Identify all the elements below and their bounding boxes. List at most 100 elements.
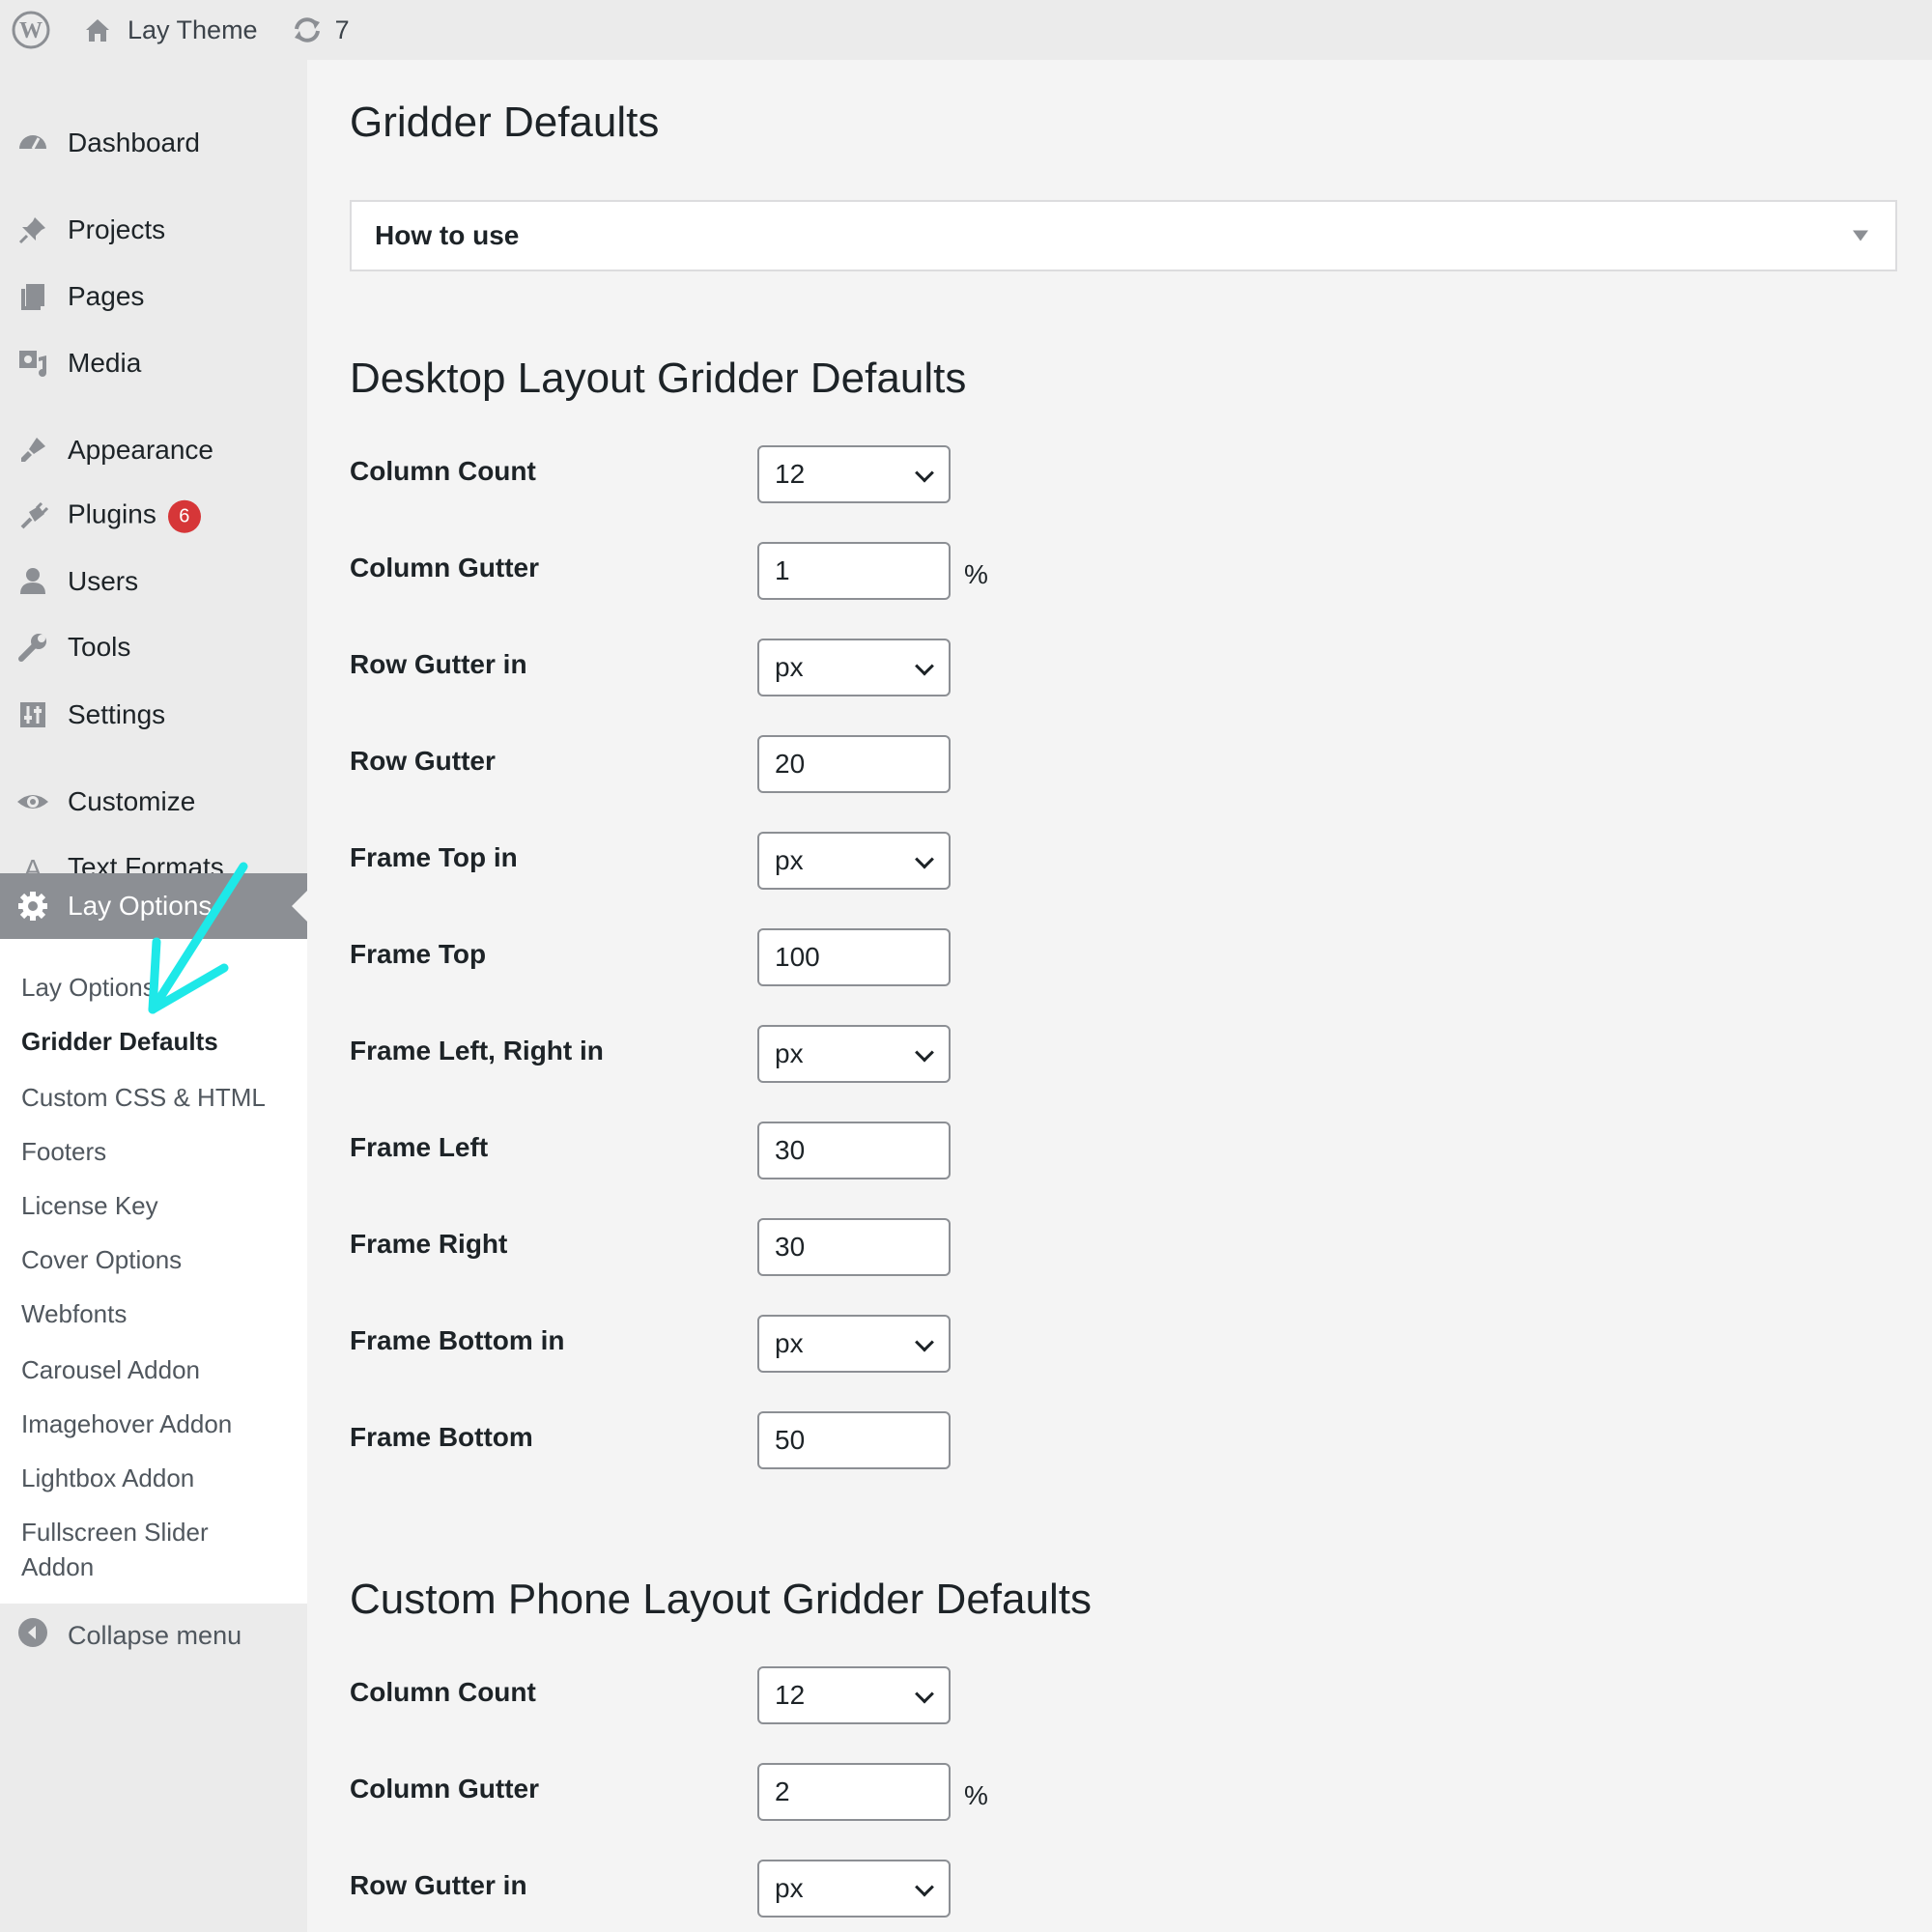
submenu-item-custom-css-html[interactable]: Custom CSS & HTML bbox=[21, 1080, 301, 1115]
field-label: Column Count bbox=[350, 1677, 536, 1707]
submenu-item-license-key[interactable]: License Key bbox=[21, 1188, 301, 1223]
submenu-item-imagehover-addon[interactable]: Imagehover Addon bbox=[21, 1406, 301, 1441]
submenu-item-lightbox-addon[interactable]: Lightbox Addon bbox=[21, 1461, 301, 1495]
wrench-icon bbox=[15, 630, 50, 665]
submenu-item-cover-options[interactable]: Cover Options bbox=[21, 1242, 301, 1277]
updates-link[interactable]: 7 bbox=[291, 0, 350, 60]
field-label: Row Gutter bbox=[350, 746, 496, 776]
desktop-frame-bottom-in-row: Frame Bottom in px bbox=[350, 1315, 1122, 1384]
wordpress-logo-icon: W bbox=[12, 11, 50, 49]
site-name: Lay Theme bbox=[128, 14, 258, 44]
desktop-frame-bottom-row: Frame Bottom bbox=[350, 1411, 1122, 1481]
field-label: Column Gutter bbox=[350, 553, 539, 582]
unit-label: % bbox=[964, 1780, 988, 1810]
field-label: Frame Right bbox=[350, 1229, 508, 1259]
sidebar-item-appearance[interactable]: Appearance bbox=[0, 423, 307, 477]
site-name-link[interactable]: Lay Theme bbox=[62, 0, 258, 60]
eye-icon bbox=[15, 784, 50, 819]
brush-icon bbox=[15, 433, 50, 468]
frame-right-input[interactable] bbox=[757, 1218, 951, 1276]
chevron-down-icon bbox=[915, 849, 934, 869]
page-title: Gridder Defaults bbox=[350, 99, 660, 146]
desktop-section-heading: Desktop Layout Gridder Defaults bbox=[350, 355, 967, 402]
sidebar-item-projects[interactable]: Projects bbox=[0, 203, 307, 257]
frame-bottom-input[interactable] bbox=[757, 1411, 951, 1469]
chevron-down-icon bbox=[915, 1042, 934, 1063]
submenu-item-carousel-addon[interactable]: Carousel Addon bbox=[21, 1352, 301, 1387]
chevron-down-icon bbox=[915, 656, 934, 676]
field-label: Frame Top in bbox=[350, 842, 518, 872]
phone-column-count-row: Column Count 12 bbox=[350, 1666, 1122, 1736]
frame-top-unit-select[interactable]: px bbox=[757, 832, 951, 890]
row-gutter-unit-select[interactable]: px bbox=[757, 639, 951, 696]
sidebar-item-customize[interactable]: Customize bbox=[0, 775, 307, 829]
triangle-down-icon bbox=[1853, 230, 1868, 242]
sidebar-item-settings[interactable]: Settings bbox=[0, 688, 307, 742]
desktop-column-count-row: Column Count 12 bbox=[350, 445, 1122, 515]
field-label: Frame Bottom in bbox=[350, 1325, 565, 1355]
pages-icon bbox=[15, 279, 50, 314]
sidebar-item-pages[interactable]: Pages bbox=[0, 270, 307, 324]
select-value: px bbox=[775, 1038, 804, 1068]
select-value: 12 bbox=[775, 459, 806, 489]
submenu-item-gridder-defaults[interactable]: Gridder Defaults bbox=[21, 1024, 301, 1059]
sliders-icon bbox=[15, 697, 50, 732]
sidebar-item-media[interactable]: Media bbox=[0, 336, 307, 390]
field-label: Row Gutter in bbox=[350, 649, 527, 679]
field-label: Frame Left bbox=[350, 1132, 489, 1162]
collapse-arrow-icon bbox=[17, 1617, 48, 1655]
select-value: 12 bbox=[775, 1680, 806, 1710]
phone-row-gutter-unit-select[interactable]: px bbox=[757, 1860, 951, 1918]
plug-icon bbox=[15, 498, 50, 533]
user-icon bbox=[15, 564, 50, 599]
submenu-item-webfonts[interactable]: Webfonts bbox=[21, 1296, 301, 1331]
field-label: Column Count bbox=[350, 456, 536, 486]
pin-icon bbox=[15, 213, 50, 247]
chevron-down-icon bbox=[915, 1877, 934, 1897]
column-gutter-input[interactable] bbox=[757, 542, 951, 600]
gear-icon bbox=[15, 889, 50, 923]
lay-options-submenu: Lay Options Gridder Defaults Custom CSS … bbox=[0, 939, 307, 1604]
how-to-use-accordion[interactable]: How to use bbox=[350, 200, 1897, 271]
sidebar-item-users[interactable]: Users bbox=[0, 554, 307, 609]
frame-left-input[interactable] bbox=[757, 1122, 951, 1179]
main-content: Gridder Defaults How to use Desktop Layo… bbox=[307, 60, 1932, 1932]
field-label: Column Gutter bbox=[350, 1774, 539, 1804]
refresh-icon bbox=[294, 17, 320, 43]
plugins-update-badge: 6 bbox=[167, 499, 201, 533]
home-icon bbox=[86, 19, 109, 42]
field-label: Frame Top bbox=[350, 939, 487, 969]
frame-left-right-unit-select[interactable]: px bbox=[757, 1025, 951, 1083]
submenu-item-fullscreen-slider-addon[interactable]: Fullscreen Slider Addon bbox=[21, 1515, 243, 1584]
dashboard-icon bbox=[15, 126, 50, 160]
frame-top-input[interactable] bbox=[757, 928, 951, 986]
select-value: px bbox=[775, 1873, 804, 1903]
submenu-item-lay-options[interactable]: Lay Options bbox=[21, 970, 301, 1005]
desktop-row-gutter-in-row: Row Gutter in px bbox=[350, 639, 1122, 708]
admin-sidebar: Dashboard Projects Pages Media Appearanc… bbox=[0, 60, 307, 1932]
desktop-frame-top-row: Frame Top bbox=[350, 928, 1122, 998]
desktop-frame-top-in-row: Frame Top in px bbox=[350, 832, 1122, 901]
select-value: px bbox=[775, 652, 804, 682]
field-label: Row Gutter in bbox=[350, 1870, 527, 1900]
sidebar-item-dashboard[interactable]: Dashboard bbox=[0, 116, 307, 170]
collapse-menu-button[interactable]: Collapse menu bbox=[0, 1608, 307, 1662]
desktop-frame-left-right-in-row: Frame Left, Right in px bbox=[350, 1025, 1122, 1094]
wordpress-logo-button[interactable]: W bbox=[0, 0, 62, 60]
column-count-select[interactable]: 12 bbox=[757, 445, 951, 503]
sidebar-item-lay-options[interactable]: Lay Options bbox=[0, 873, 307, 939]
media-icon bbox=[15, 346, 50, 381]
chevron-down-icon bbox=[915, 463, 934, 483]
sidebar-item-plugins[interactable]: Plugins 6 bbox=[0, 489, 307, 543]
row-gutter-input[interactable] bbox=[757, 735, 951, 793]
admin-bar: W Lay Theme 7 bbox=[0, 0, 1932, 60]
unit-label: % bbox=[964, 559, 988, 589]
phone-column-gutter-input[interactable] bbox=[757, 1763, 951, 1821]
select-value: px bbox=[775, 845, 804, 875]
submenu-item-footers[interactable]: Footers bbox=[21, 1134, 301, 1169]
field-label: Frame Left, Right in bbox=[350, 1036, 604, 1065]
phone-column-count-select[interactable]: 12 bbox=[757, 1666, 951, 1724]
desktop-row-gutter-row: Row Gutter bbox=[350, 735, 1122, 805]
sidebar-item-tools[interactable]: Tools bbox=[0, 620, 307, 674]
frame-bottom-unit-select[interactable]: px bbox=[757, 1315, 951, 1373]
